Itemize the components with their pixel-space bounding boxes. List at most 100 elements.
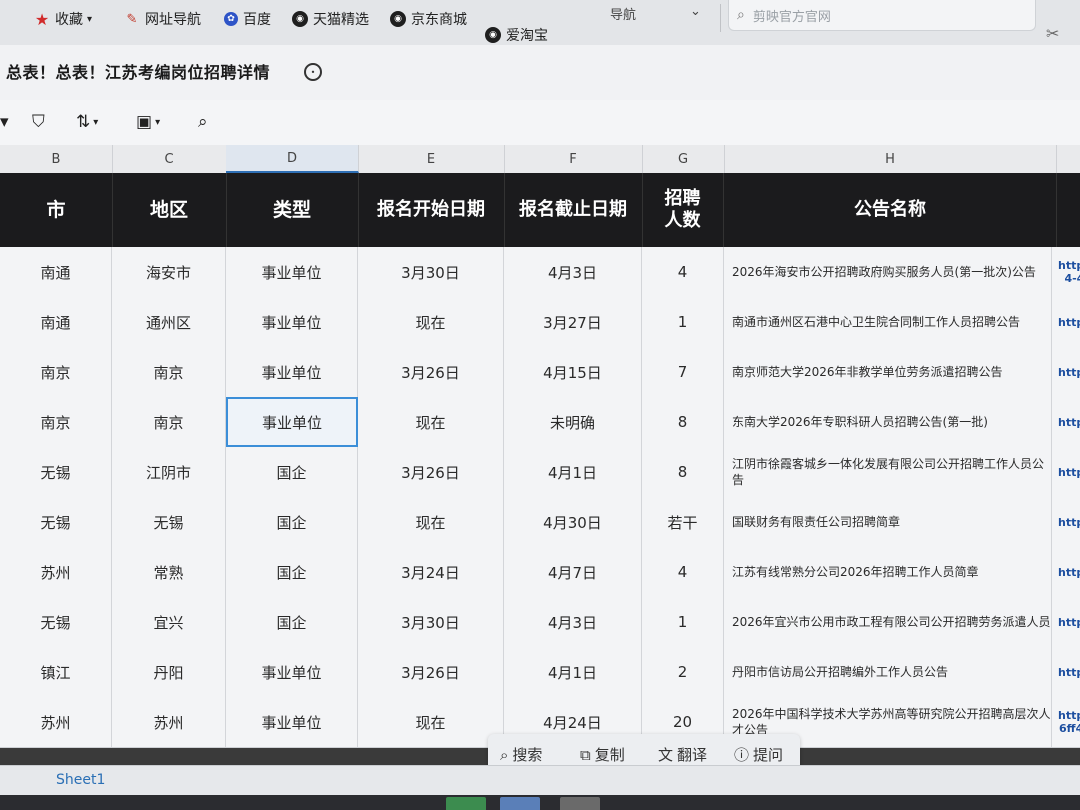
- cell-start-date[interactable]: 3月30日: [358, 597, 504, 647]
- cell-link[interactable]: https:: [1052, 297, 1080, 347]
- cell-end-date[interactable]: 4月30日: [504, 497, 642, 547]
- taskbar-app-icon[interactable]: [560, 797, 600, 810]
- cell-link[interactable]: https:: [1052, 397, 1080, 447]
- table-row[interactable]: 苏州 常熟 国企 3月24日 4月7日 4 江苏有线常熟分公司2026年招聘工作人员简章 ht…: [0, 547, 1080, 598]
- header-notice[interactable]: 公告名称: [724, 173, 1057, 247]
- filter-icon[interactable]: ⛉: [32, 110, 45, 134]
- cell-notice[interactable]: 南京师范大学2026年非教学单位劳务派遣招聘公告: [724, 347, 1052, 397]
- cell-city[interactable]: 南通: [0, 297, 112, 347]
- cell-start-date[interactable]: 3月24日: [358, 547, 504, 597]
- header-start-date[interactable]: 报名开始日期: [358, 173, 505, 247]
- cell-start-date[interactable]: 3月30日: [358, 247, 504, 297]
- cell-city[interactable]: 南通: [0, 247, 112, 297]
- cell-end-date[interactable]: 4月15日: [504, 347, 642, 397]
- browser-search-box[interactable]: ⌕ 剪映官方官网: [728, 0, 1036, 31]
- cell-start-date[interactable]: 3月26日: [358, 447, 504, 497]
- copy-button[interactable]: ⧉ 复制: [580, 744, 625, 765]
- table-row[interactable]: 南京 南京 事业单位 现在 未明确 8 东南大学2026年专职科研人员招聘公告(第一批) ht…: [0, 397, 1080, 448]
- cell-start-date[interactable]: 现在: [358, 497, 504, 547]
- cell-notice[interactable]: 国联财务有限责任公司招聘简章: [724, 497, 1052, 547]
- column-letter-g[interactable]: G: [642, 145, 725, 173]
- cell-start-date[interactable]: 现在: [358, 297, 504, 347]
- cell-type[interactable]: 国企: [226, 497, 358, 547]
- cell-count[interactable]: 若干: [642, 497, 724, 547]
- column-letter-e[interactable]: E: [358, 145, 505, 173]
- cell-city[interactable]: 南京: [0, 397, 112, 447]
- cell-link[interactable]: https:// 4-4f5: [1052, 247, 1080, 297]
- cell-notice[interactable]: 东南大学2026年专职科研人员招聘公告(第一批): [724, 397, 1052, 447]
- cell-city[interactable]: 镇江: [0, 647, 112, 697]
- cell-city[interactable]: 无锡: [0, 497, 112, 547]
- cell-notice[interactable]: 2026年海安市公开招聘政府购买服务人员(第一批次)公告: [724, 247, 1052, 297]
- cell-area[interactable]: 海安市: [112, 247, 226, 297]
- cell-area[interactable]: 南京: [112, 397, 226, 447]
- cell-start-date[interactable]: 3月26日: [358, 647, 504, 697]
- bookmark-tmall[interactable]: ◉ 天猫精选: [292, 8, 369, 30]
- cell-type[interactable]: 国企: [226, 547, 358, 597]
- cell-start-date[interactable]: 现在: [358, 697, 504, 747]
- cell-area[interactable]: 宜兴: [112, 597, 226, 647]
- cell-city[interactable]: 苏州: [0, 697, 112, 747]
- column-letter-h[interactable]: H: [724, 145, 1057, 173]
- cell-link[interactable]: http: [1052, 547, 1080, 597]
- cell-link[interactable]: https:: [1052, 447, 1080, 497]
- cell-link[interactable]: http: [1052, 647, 1080, 697]
- cell-area[interactable]: 无锡: [112, 497, 226, 547]
- cell-area[interactable]: 苏州: [112, 697, 226, 747]
- cell-count[interactable]: 4: [642, 247, 724, 297]
- cell-area[interactable]: 常熟: [112, 547, 226, 597]
- table-row[interactable]: 镇江丹阳事业单位3月26日4月1日2丹阳市信访局公开招聘编外工作人员公告http: [0, 647, 1080, 698]
- cell-area[interactable]: 通州区: [112, 297, 226, 347]
- taskbar-app-icon[interactable]: [500, 797, 540, 810]
- cell-count[interactable]: 7: [642, 347, 724, 397]
- nav-link[interactable]: 导航: [610, 4, 636, 23]
- table-row[interactable]: 南通 海安市 事业单位 3月30日 4月3日 4 2026年海安市公开招聘政府购买服务人员(…: [0, 247, 1080, 298]
- cell-count[interactable]: 8: [642, 447, 724, 497]
- cell-end-date[interactable]: 4月1日: [504, 647, 642, 697]
- cell-area[interactable]: 江阴市: [112, 447, 226, 497]
- header-end-date[interactable]: 报名截止日期: [504, 173, 643, 247]
- cell-link[interactable]: http: [1052, 597, 1080, 647]
- translate-button[interactable]: 文 翻译: [658, 744, 707, 765]
- cell-city[interactable]: 南京: [0, 347, 112, 397]
- cell-end-date[interactable]: 4月3日: [504, 247, 642, 297]
- bookmark-nav[interactable]: ✎ 网址导航: [124, 8, 201, 30]
- table-row[interactable]: 无锡无锡国企现在4月30日若干国联财务有限责任公司招聘简章http: [0, 497, 1080, 548]
- ask-button[interactable]: ⓘ 提问: [734, 744, 783, 765]
- sheet-tab-sheet1[interactable]: Sheet1: [56, 772, 105, 788]
- bookmark-taobao[interactable]: ◉ 爱淘宝: [485, 24, 548, 46]
- cell-notice[interactable]: 丹阳市信访局公开招聘编外工作人员公告: [724, 647, 1052, 697]
- cell-city[interactable]: 苏州: [0, 547, 112, 597]
- cell-link[interactable]: http: [1052, 497, 1080, 547]
- column-letter-f[interactable]: F: [504, 145, 643, 173]
- cell-type[interactable]: 事业单位: [226, 247, 358, 297]
- header-area[interactable]: 地区: [112, 173, 227, 247]
- cell-type[interactable]: 事业单位: [226, 697, 358, 747]
- taskbar-app-icon[interactable]: [446, 797, 486, 810]
- cell-count[interactable]: 4: [642, 547, 724, 597]
- table-row[interactable]: 南京 南京 事业单位 3月26日 4月15日 7 南京师范大学2026年非教学单位劳务派遣招…: [0, 347, 1080, 398]
- table-row[interactable]: 南通 通州区 事业单位 现在 3月27日 1 南通市通州区石港中心卫生院合同制工作人员招聘公…: [0, 297, 1080, 348]
- header-city[interactable]: 市: [0, 173, 113, 247]
- cell-type[interactable]: 事业单位: [226, 647, 358, 697]
- cell-end-date[interactable]: 4月7日: [504, 547, 642, 597]
- cell-end-date[interactable]: 未明确: [504, 397, 642, 447]
- cell-notice[interactable]: 江苏有线常熟分公司2026年招聘工作人员简章: [724, 547, 1052, 597]
- cell-count[interactable]: 2: [642, 647, 724, 697]
- column-letter-c[interactable]: C: [112, 145, 227, 173]
- scissors-icon[interactable]: ✂: [1046, 24, 1059, 43]
- table-row[interactable]: 无锡 江阴市 国企 3月26日 4月1日 8 江阴市徐霞客城乡一体化发展有限公司公开招聘工作…: [0, 447, 1080, 498]
- cell-end-date[interactable]: 4月3日: [504, 597, 642, 647]
- cell-type[interactable]: 事业单位: [226, 297, 358, 347]
- cell-city[interactable]: 无锡: [0, 447, 112, 497]
- bookmark-favorites[interactable]: ★ 收藏 ▾: [34, 8, 92, 30]
- cell-notice[interactable]: 南通市通州区石港中心卫生院合同制工作人员招聘公告: [724, 297, 1052, 347]
- bookmark-jd[interactable]: ◉ 京东商城: [390, 8, 467, 30]
- bookmark-baidu[interactable]: ✿ 百度: [224, 8, 271, 30]
- column-letter-b[interactable]: B: [0, 145, 113, 173]
- cell-start-date[interactable]: 现在: [358, 397, 504, 447]
- cell-end-date[interactable]: 3月27日: [504, 297, 642, 347]
- cell-notice[interactable]: 江阴市徐霞客城乡一体化发展有限公司公开招聘工作人员公告: [724, 447, 1052, 497]
- cell-count[interactable]: 1: [642, 297, 724, 347]
- cell-area[interactable]: 南京: [112, 347, 226, 397]
